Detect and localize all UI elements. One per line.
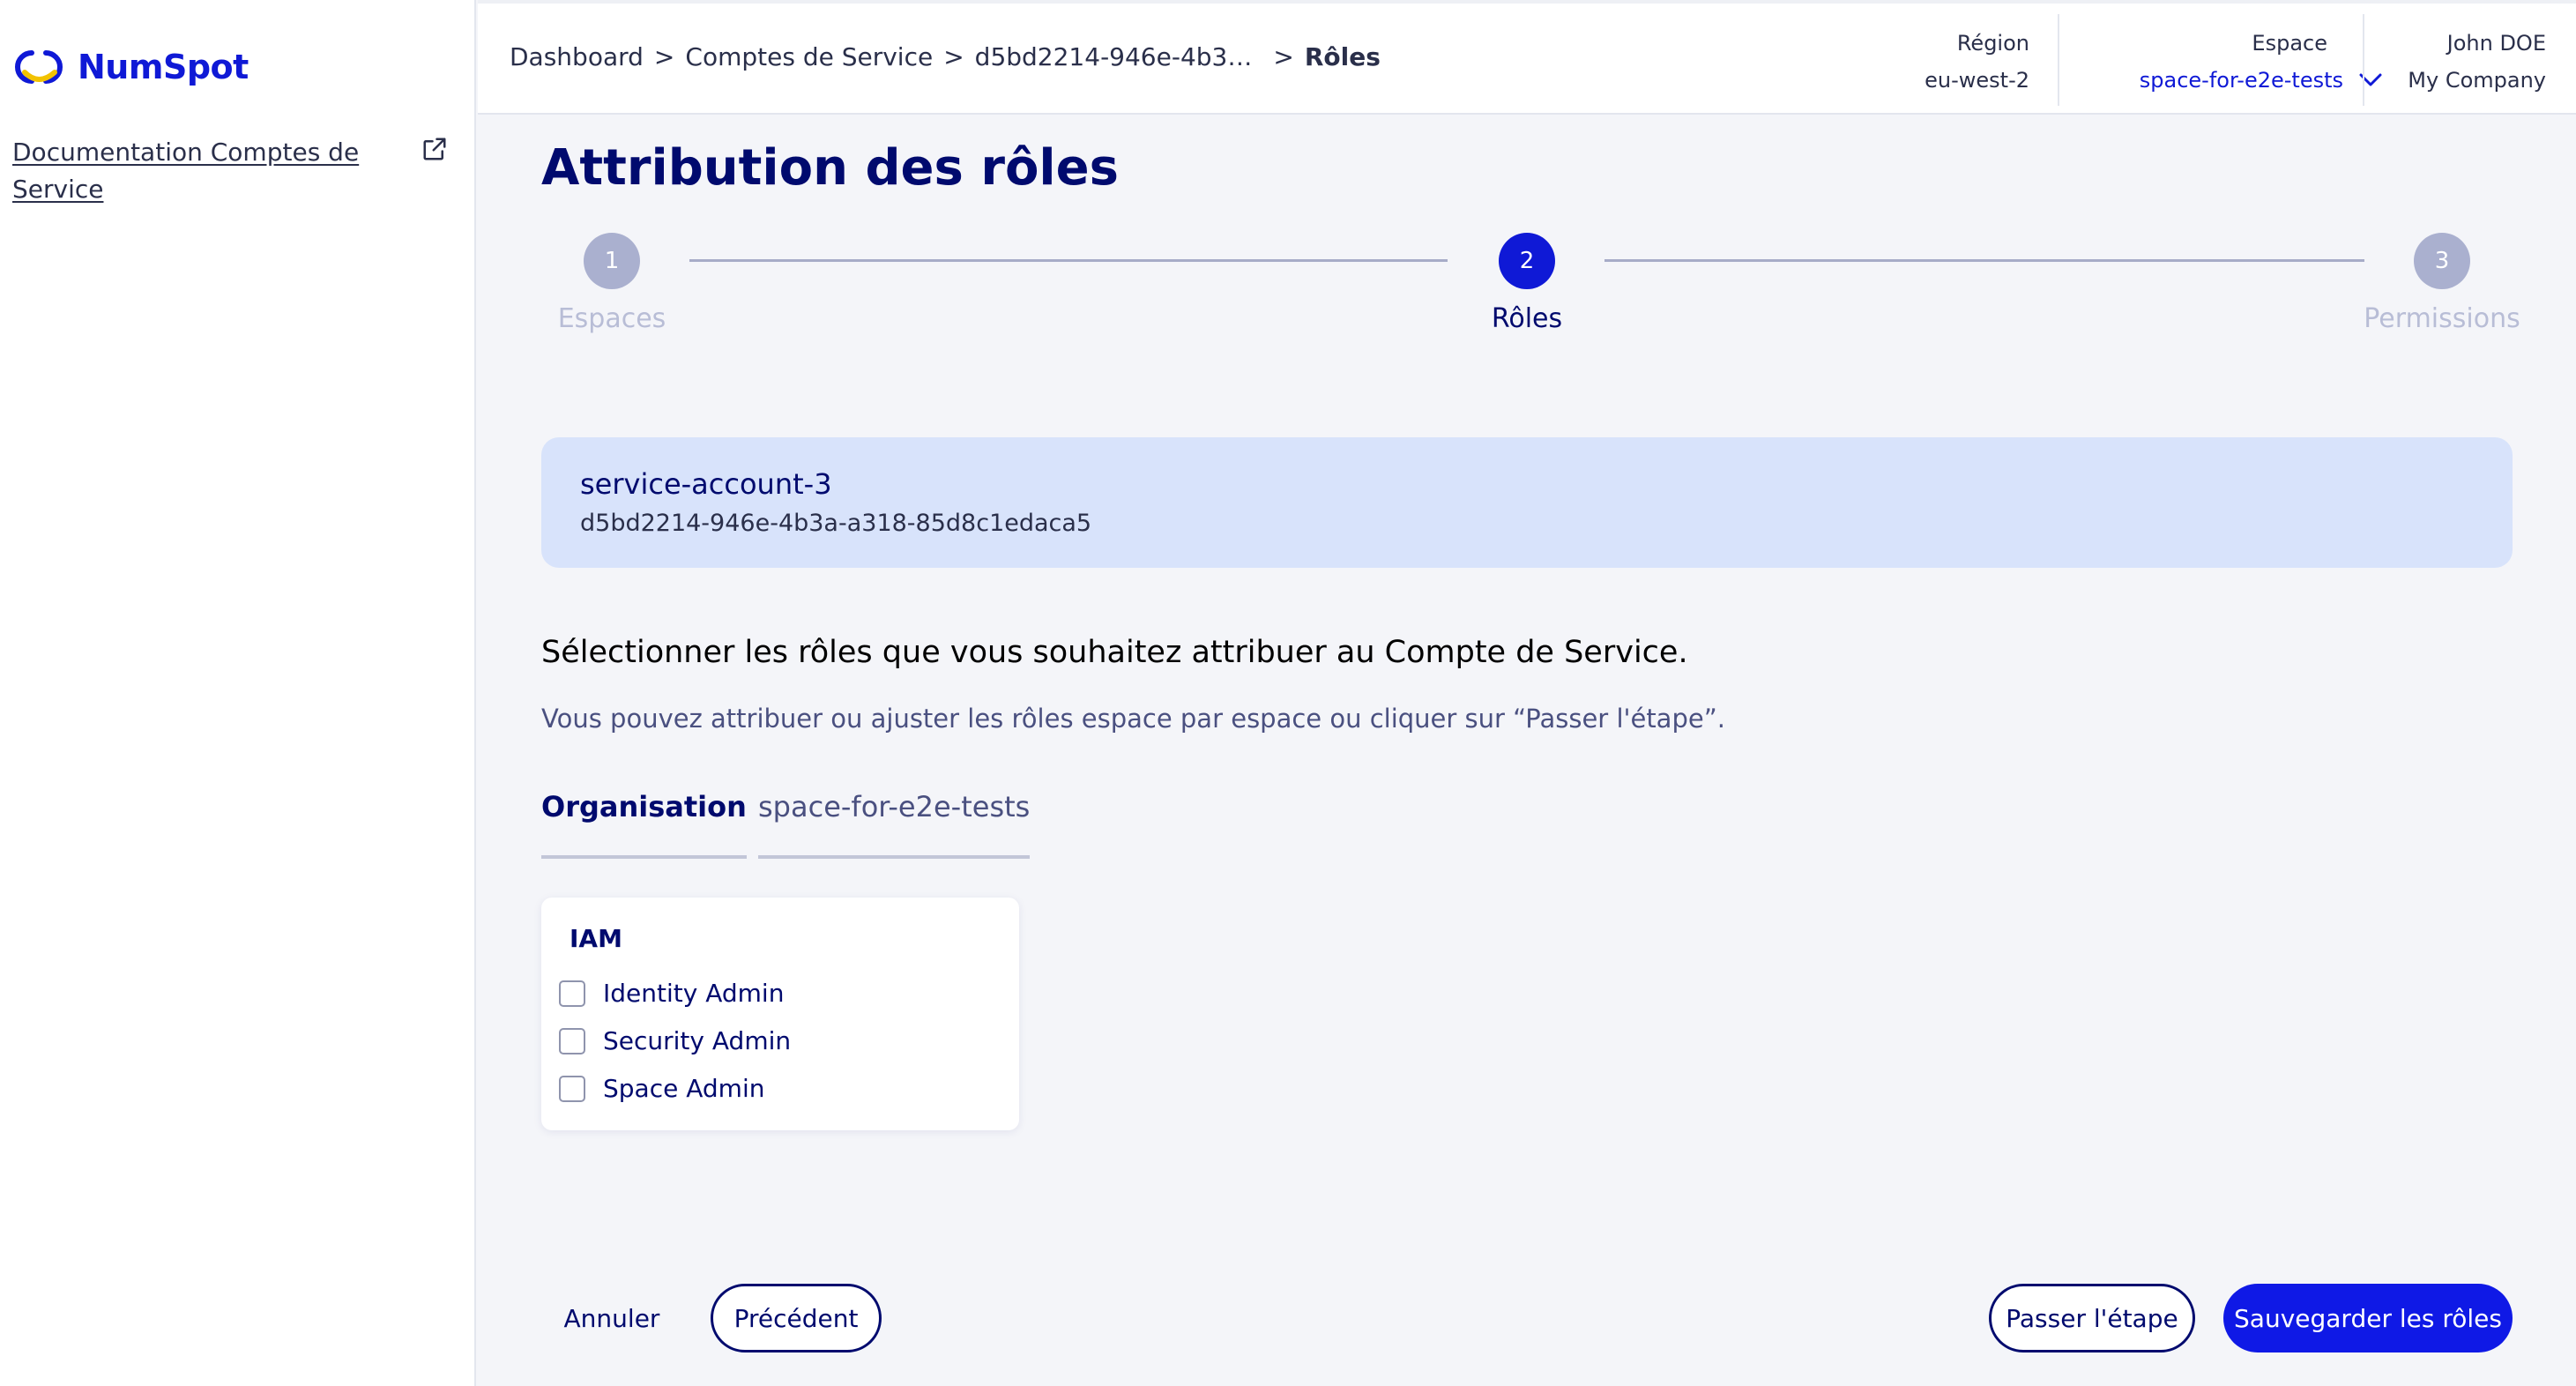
cancel-button[interactable]: Annuler <box>552 1284 672 1352</box>
service-account-name: service-account-3 <box>580 467 832 501</box>
role-item-security-admin[interactable]: Security Admin <box>559 1026 791 1055</box>
numspot-logo-icon <box>15 50 63 84</box>
role-item-space-admin[interactable]: Space Admin <box>559 1074 764 1103</box>
top-header: Dashboard > Comptes de Service > d5bd221… <box>478 0 2576 115</box>
region-value: eu-west-2 <box>1925 68 2029 93</box>
space-selector[interactable]: Espace space-for-e2e-tests <box>2091 28 2382 97</box>
brand-logo[interactable]: NumSpot <box>12 46 249 88</box>
sidebar: NumSpot Documentation Comptes de Service <box>0 0 476 1386</box>
role-label: Identity Admin <box>603 979 785 1008</box>
breadcrumb-separator: > <box>653 42 675 71</box>
stepper-line <box>689 259 1448 262</box>
step-3-circle[interactable]: 3 <box>2414 233 2470 289</box>
role-label: Security Admin <box>603 1026 792 1055</box>
space-label: Espace <box>2252 31 2327 56</box>
step-3-label: Permissions <box>2364 303 2520 334</box>
security-admin-checkbox[interactable] <box>559 1027 585 1054</box>
page-title: Attribution des rôles <box>541 139 1119 197</box>
identity-admin-checkbox[interactable] <box>559 980 585 1007</box>
breadcrumb-separator: > <box>943 42 964 71</box>
external-link-icon[interactable] <box>421 136 448 162</box>
previous-button[interactable]: Précédent <box>711 1284 882 1352</box>
header-divider <box>2363 14 2364 106</box>
skip-step-button[interactable]: Passer l'étape <box>1989 1284 2195 1352</box>
region-label: Région <box>1956 31 2029 56</box>
user-name: John DOE <box>2446 31 2546 56</box>
role-label: Space Admin <box>603 1074 765 1103</box>
user-menu[interactable]: John DOE My Company <box>2391 28 2546 97</box>
service-account-card: service-account-3 d5bd2214-946e-4b3a-a31… <box>541 437 2513 568</box>
header-divider <box>2058 14 2059 106</box>
space-value: space-for-e2e-tests <box>2139 68 2343 93</box>
step-1-circle[interactable]: 1 <box>584 233 640 289</box>
step-2-circle[interactable]: 2 <box>1499 233 1555 289</box>
region-selector: Région eu-west-2 <box>1888 28 2029 97</box>
breadcrumb-item-service-account-id[interactable]: d5bd2214-946e-4b3… <box>975 42 1253 71</box>
instructions-subtext: Vous pouvez attribuer ou ajuster les rôl… <box>541 704 1725 734</box>
space-admin-checkbox[interactable] <box>559 1075 585 1102</box>
service-account-id: d5bd2214-946e-4b3a-a318-85d8c1edaca5 <box>580 510 1092 537</box>
instructions-heading: Sélectionner les rôles que vous souhaite… <box>541 635 1688 670</box>
documentation-link[interactable]: Documentation Comptes de Service <box>12 134 383 208</box>
save-roles-button[interactable]: Sauvegarder les rôles <box>2223 1284 2513 1352</box>
breadcrumb-item-service-accounts[interactable]: Comptes de Service <box>685 42 933 71</box>
breadcrumb-item-current: Rôles <box>1304 42 1381 71</box>
step-1-label: Espaces <box>557 303 666 334</box>
breadcrumb: Dashboard > Comptes de Service > d5bd221… <box>510 42 1391 71</box>
space-dropdown[interactable]: space-for-e2e-tests <box>2091 63 2382 97</box>
tab-organisation[interactable]: Organisation <box>541 790 747 859</box>
role-group-title: IAM <box>570 924 622 953</box>
stepper-line <box>1604 259 2364 262</box>
step-2-label: Rôles <box>1491 303 1563 334</box>
user-company: My Company <box>2408 68 2546 93</box>
tab-space-for-e2e-tests[interactable]: space-for-e2e-tests <box>758 790 1031 859</box>
breadcrumb-separator: > <box>1273 42 1294 71</box>
brand-name: NumSpot <box>78 48 249 86</box>
iam-roles-card: IAM Identity Admin Security Admin Space … <box>541 898 1019 1130</box>
breadcrumb-item-dashboard[interactable]: Dashboard <box>510 42 644 71</box>
role-item-identity-admin[interactable]: Identity Admin <box>559 979 784 1008</box>
